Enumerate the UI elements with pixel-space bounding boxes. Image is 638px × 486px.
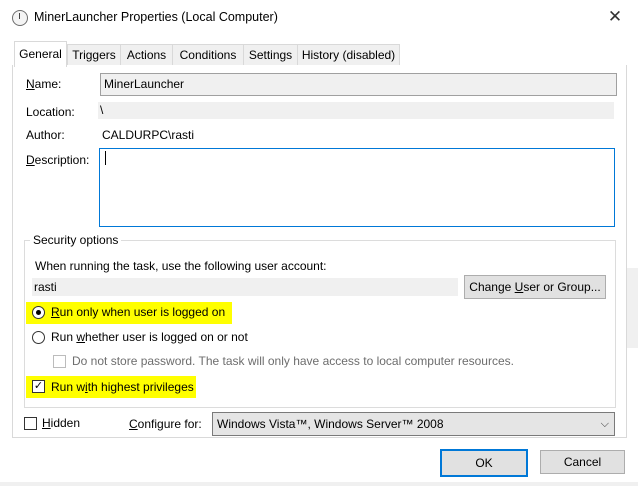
tab-triggers[interactable]: Triggers xyxy=(67,44,121,66)
tab-settings[interactable]: Settings xyxy=(243,44,298,66)
author-value: CALDURPC\rasti xyxy=(102,128,195,142)
text-caret xyxy=(105,151,106,165)
background-window-edge xyxy=(626,268,638,348)
configure-for-value: Windows Vista™, Windows Server™ 2008 xyxy=(217,417,444,431)
highest-privileges-checkbox[interactable]: ✓ xyxy=(32,380,45,393)
location-field xyxy=(98,102,614,119)
change-user-button[interactable]: Change User or Group... xyxy=(464,275,606,299)
tab-history[interactable]: History (disabled) xyxy=(297,44,400,66)
close-button[interactable]: ✕ xyxy=(600,4,630,30)
name-label: Name: xyxy=(26,77,62,91)
name-field[interactable]: MinerLauncher xyxy=(100,73,617,96)
radio-logged-on[interactable] xyxy=(32,306,45,319)
location-value: \ xyxy=(100,103,104,117)
name-label-rest: ame: xyxy=(34,77,62,91)
radio-selected-dot xyxy=(36,310,41,315)
chevron-down-icon: ⌵ xyxy=(600,418,609,430)
no-store-password-checkbox[interactable] xyxy=(53,355,66,368)
configure-for-select[interactable]: Windows Vista™, Windows Server™ 2008 ⌵ xyxy=(212,412,615,436)
tab-general[interactable]: General xyxy=(14,41,67,67)
security-options-title: Security options xyxy=(30,233,122,247)
window-title: MinerLauncher Properties (Local Computer… xyxy=(34,10,278,24)
no-store-password-label: Do not store password. The task will onl… xyxy=(72,354,514,368)
radio-whether-label: Run whether user is logged on or not xyxy=(51,330,248,344)
hidden-label: Hidden xyxy=(42,416,81,430)
ok-button[interactable]: OK xyxy=(440,449,528,477)
location-label: Location: xyxy=(26,105,75,119)
tab-actions[interactable]: Actions xyxy=(120,44,173,66)
hidden-checkbox[interactable] xyxy=(24,417,37,430)
background-window-edge-bottom xyxy=(0,482,638,486)
user-account-field: rasti xyxy=(32,278,458,296)
author-label: Author: xyxy=(26,128,65,142)
radio-logged-on-label: Run only when user is logged on xyxy=(51,305,226,319)
description-label: Description: xyxy=(26,153,90,167)
tab-conditions[interactable]: Conditions xyxy=(172,44,244,66)
account-prompt: When running the task, use the following… xyxy=(35,259,327,273)
highest-privileges-label: Run with highest privileges xyxy=(51,380,194,394)
cancel-button[interactable]: Cancel xyxy=(540,450,625,474)
clock-icon xyxy=(12,10,28,26)
description-field[interactable] xyxy=(99,148,615,227)
configure-label: Configure for: xyxy=(129,417,202,431)
radio-whether-logged-on[interactable] xyxy=(32,331,45,344)
